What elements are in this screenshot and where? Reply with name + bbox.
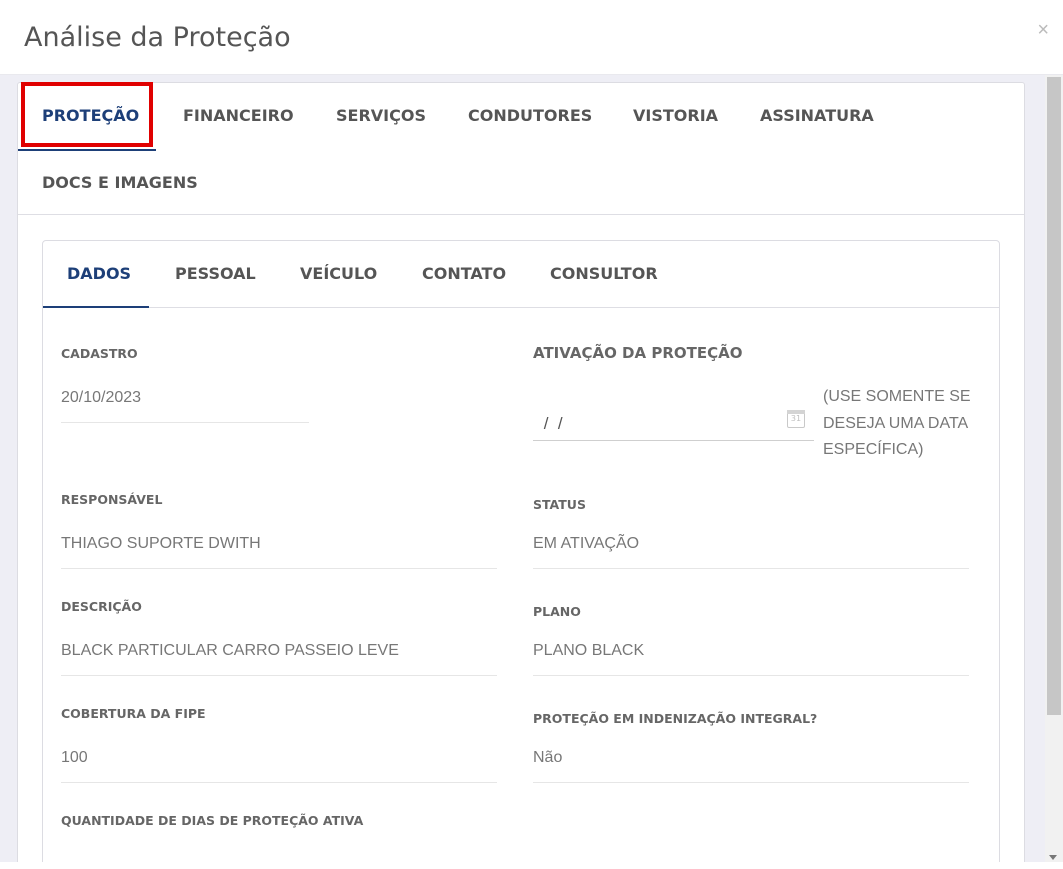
scrollbar[interactable] (1045, 75, 1063, 862)
close-button[interactable]: × (1037, 20, 1049, 40)
cobertura-fipe-underline (61, 782, 497, 783)
subtab-contato[interactable]: CONTATO (422, 264, 506, 283)
responsavel-value: THIAGO SUPORTE DWITH (61, 535, 261, 552)
modal-title: Análise da Proteção (24, 22, 291, 53)
status-value: EM ATIVAÇÃO (533, 535, 640, 552)
sub-tabs: DADOS PESSOAL VEÍCULO CONTATO CONSULTOR (43, 241, 999, 308)
ativacao-label: ATIVAÇÃO DA PROTEÇÃO (533, 344, 743, 362)
responsavel-underline (61, 568, 497, 569)
scroll-down-arrow-icon[interactable] (1049, 855, 1057, 860)
status-underline (533, 568, 969, 569)
status-label: STATUS (533, 497, 586, 512)
tab-assinatura[interactable]: ASSINATURA (760, 106, 874, 125)
subtab-pessoal[interactable]: PESSOAL (175, 264, 256, 283)
dias-protecao-label: QUANTIDADE DE DIAS DE PROTEÇÃO ATIVA (61, 813, 364, 828)
active-subtab-underline (43, 306, 149, 308)
indenizacao-label: PROTEÇÃO EM INDENIZAÇÃO INTEGRAL? (533, 711, 818, 726)
protection-card: PROTEÇÃO FINANCEIRO SERVIÇOS CONDUTORES … (17, 82, 1025, 862)
subtab-dados[interactable]: DADOS (67, 264, 131, 283)
cadastro-underline (61, 422, 309, 423)
modal-body: PROTEÇÃO FINANCEIRO SERVIÇOS CONDUTORES … (0, 75, 1045, 862)
scrollbar-thumb[interactable] (1047, 77, 1061, 715)
data-card: DADOS PESSOAL VEÍCULO CONTATO CONSULTOR … (42, 240, 1000, 862)
plano-value: PLANO BLACK (533, 642, 645, 659)
cobertura-fipe-value: 100 (61, 749, 88, 766)
subtab-veiculo[interactable]: VEÍCULO (300, 264, 377, 283)
plano-underline (533, 675, 969, 676)
tab-servicos[interactable]: SERVIÇOS (336, 106, 426, 125)
calendar-icon[interactable]: 31 (787, 410, 805, 428)
main-tabs: PROTEÇÃO FINANCEIRO SERVIÇOS CONDUTORES … (18, 82, 1024, 215)
tab-financeiro[interactable]: FINANCEIRO (183, 106, 294, 125)
descricao-value: BLACK PARTICULAR CARRO PASSEIO LEVE (61, 642, 399, 659)
tab-vistoria[interactable]: VISTORIA (633, 106, 718, 125)
activation-date-hint: (USE SOMENTE SE DESEJA UMA DATA ESPECÍFI… (823, 388, 971, 458)
active-tab-underline (18, 149, 156, 151)
indenizacao-value: Não (533, 749, 563, 766)
plano-label: PLANO (533, 604, 581, 619)
modal-header: Análise da Proteção × (0, 0, 1063, 75)
cobertura-fipe-label: COBERTURA DA FIPE (61, 706, 206, 721)
responsavel-label: RESPONSÁVEL (61, 492, 163, 507)
cadastro-value: 20/10/2023 (61, 389, 142, 406)
protection-analysis-modal: Análise da Proteção × PROTEÇÃO FINANCEIR… (0, 0, 1063, 862)
tab-highlight-box (21, 82, 153, 147)
subtab-consultor[interactable]: CONSULTOR (550, 264, 658, 283)
tab-condutores[interactable]: CONDUTORES (468, 106, 592, 125)
indenizacao-underline (533, 782, 969, 783)
cadastro-label: CADASTRO (61, 346, 138, 361)
descricao-underline (61, 675, 497, 676)
activation-date-input[interactable] (533, 396, 814, 441)
descricao-label: DESCRIÇÃO (61, 599, 142, 614)
tab-docs-imagens[interactable]: DOCS E IMAGENS (42, 173, 198, 192)
